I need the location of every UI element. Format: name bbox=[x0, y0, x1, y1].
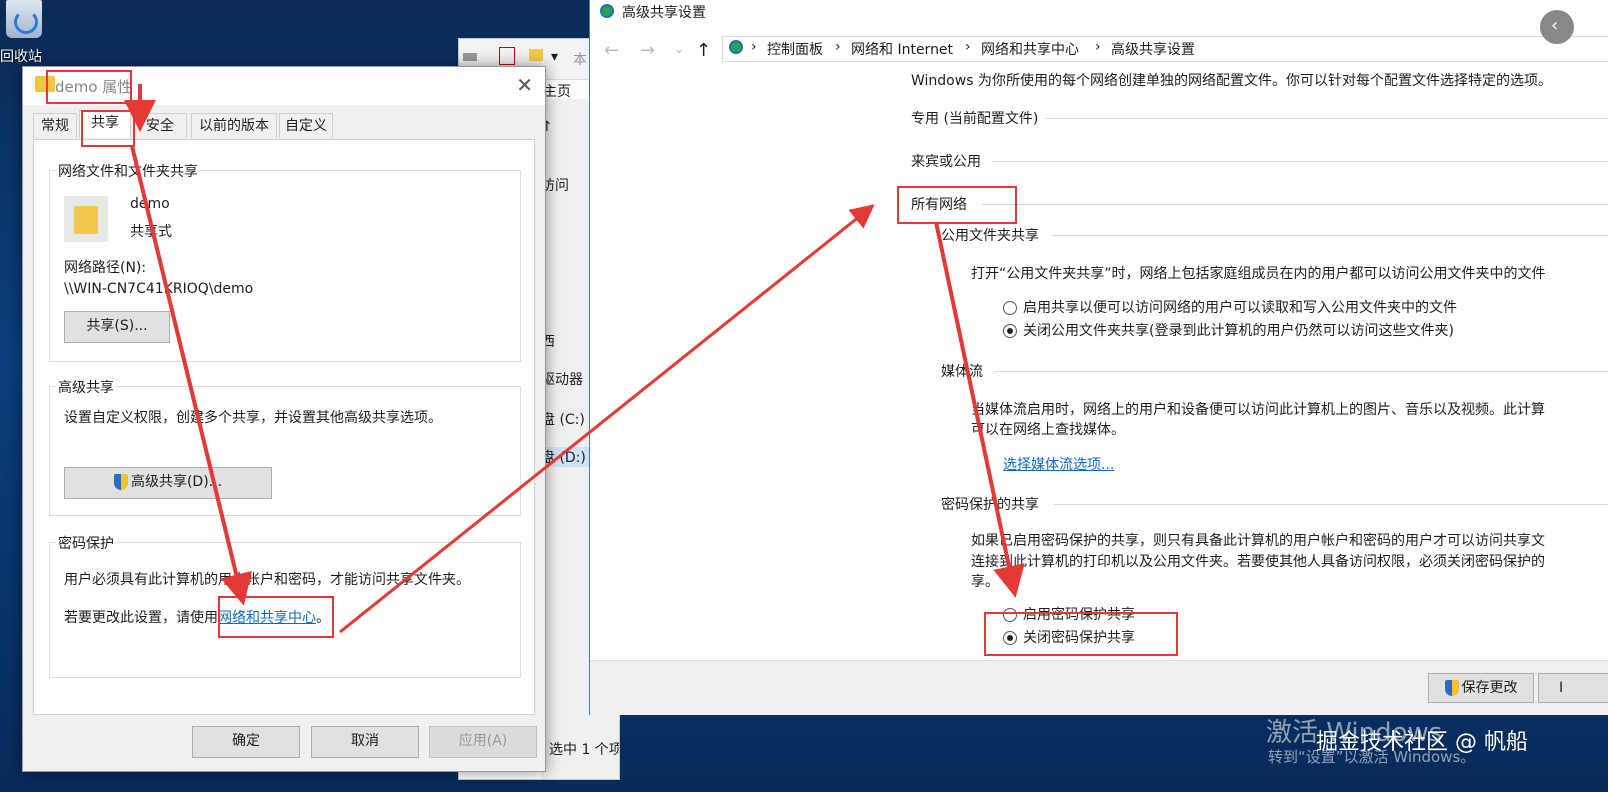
annotation-arrows bbox=[124, 84, 1025, 634]
arrow-all-networks-to-password bbox=[934, 221, 1025, 598]
community-watermark: 掘金技术社区 @ 帆船 bbox=[1316, 730, 1528, 755]
arrow-link-to-all-networks bbox=[339, 204, 875, 634]
arrow-tab-to-link bbox=[130, 145, 252, 606]
